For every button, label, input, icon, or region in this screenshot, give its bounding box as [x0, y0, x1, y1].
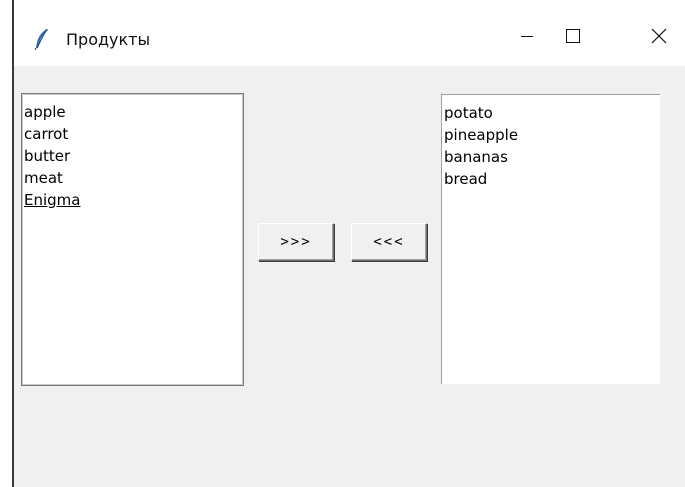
title-bar[interactable]: Продукты	[14, 0, 685, 66]
maximize-button[interactable]	[538, 16, 608, 60]
list-item[interactable]: carrot	[24, 123, 243, 145]
move-left-button[interactable]: <<<	[351, 223, 427, 261]
close-icon	[650, 27, 668, 49]
list-item[interactable]: pineapple	[444, 124, 660, 146]
source-listbox[interactable]: apple carrot butter meat Enigma	[21, 93, 244, 386]
list-item[interactable]: bread	[444, 168, 660, 190]
list-item[interactable]: meat	[24, 167, 243, 189]
app-window: Продукты apple carrot butter meat Enigma…	[0, 0, 685, 487]
client-area: apple carrot butter meat Enigma >>> <<< …	[14, 66, 685, 487]
feather-icon	[34, 28, 50, 51]
close-button[interactable]	[624, 16, 685, 60]
window-title: Продукты	[66, 30, 151, 49]
list-item[interactable]: butter	[24, 145, 243, 167]
minimize-icon	[519, 28, 535, 48]
maximize-icon	[564, 27, 582, 49]
list-item[interactable]: bananas	[444, 146, 660, 168]
move-right-button[interactable]: >>>	[258, 223, 334, 261]
list-item[interactable]: apple	[24, 101, 243, 123]
list-item-active[interactable]: Enigma	[24, 189, 243, 211]
target-listbox[interactable]: potato pineapple bananas bread	[441, 94, 660, 384]
list-item[interactable]: potato	[444, 102, 660, 124]
